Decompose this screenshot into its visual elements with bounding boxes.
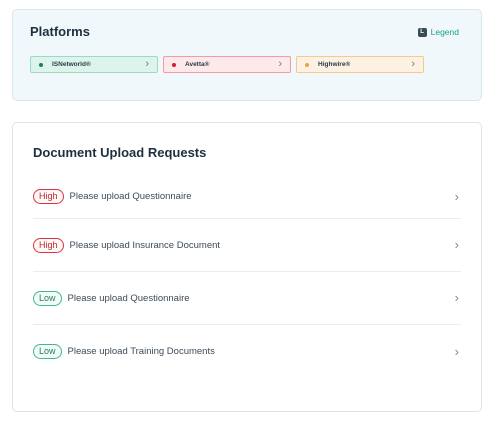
document-request-row[interactable]: High Please upload Insurance Document › bbox=[33, 219, 461, 272]
request-text: Please upload Insurance Document bbox=[69, 239, 221, 251]
chevron-right-icon: › bbox=[454, 188, 459, 204]
chevron-right-icon: › bbox=[454, 290, 459, 306]
platform-chip-highwire[interactable]: Highwire® › bbox=[296, 56, 424, 73]
chevron-right-icon: › bbox=[278, 58, 282, 70]
request-text: Please upload Training Documents bbox=[67, 346, 215, 357]
document-requests-title: Document Upload Requests bbox=[33, 145, 207, 160]
request-text: Please upload Questionnaire bbox=[67, 292, 190, 304]
chevron-right-icon: › bbox=[454, 237, 459, 253]
platform-chip-avetta[interactable]: Avetta® › bbox=[163, 56, 291, 73]
chevron-right-icon: › bbox=[145, 58, 149, 70]
document-request-row[interactable]: Low Please upload Training Documents › bbox=[33, 325, 461, 378]
platform-name: Avetta® bbox=[185, 61, 210, 68]
platform-chip-isnetworld[interactable]: ISNetworld® › bbox=[30, 56, 158, 73]
status-dot-icon bbox=[172, 62, 176, 67]
chevron-right-icon: › bbox=[411, 58, 415, 70]
request-text: Please upload Questionnaire bbox=[69, 191, 192, 202]
platform-name: ISNetworld® bbox=[52, 61, 91, 68]
document-request-row[interactable]: Low Please upload Questionnaire › bbox=[33, 272, 461, 325]
priority-badge: Low bbox=[33, 290, 62, 306]
platform-name: Highwire® bbox=[318, 61, 351, 68]
legend-link[interactable]: L Legend bbox=[417, 27, 459, 37]
chevron-right-icon: › bbox=[454, 343, 459, 359]
document-request-row[interactable]: High Please upload Questionnaire › bbox=[33, 175, 461, 219]
platforms-title: Platforms bbox=[30, 24, 90, 39]
platforms-card: Platforms L Legend ISNetworld® › Avetta®… bbox=[12, 9, 482, 101]
platform-chips: ISNetworld® › Avetta® › Highwire® › bbox=[30, 56, 424, 73]
document-request-list: High Please upload Questionnaire › High … bbox=[33, 175, 461, 378]
legend-icon: L bbox=[417, 27, 427, 37]
document-requests-card: Document Upload Requests High Please upl… bbox=[12, 122, 482, 412]
priority-badge: High bbox=[33, 189, 64, 204]
legend-label: Legend bbox=[430, 27, 459, 37]
status-dot-icon bbox=[305, 62, 309, 67]
status-dot-icon bbox=[39, 62, 43, 67]
priority-badge: Low bbox=[33, 344, 62, 359]
priority-badge: High bbox=[33, 237, 64, 253]
